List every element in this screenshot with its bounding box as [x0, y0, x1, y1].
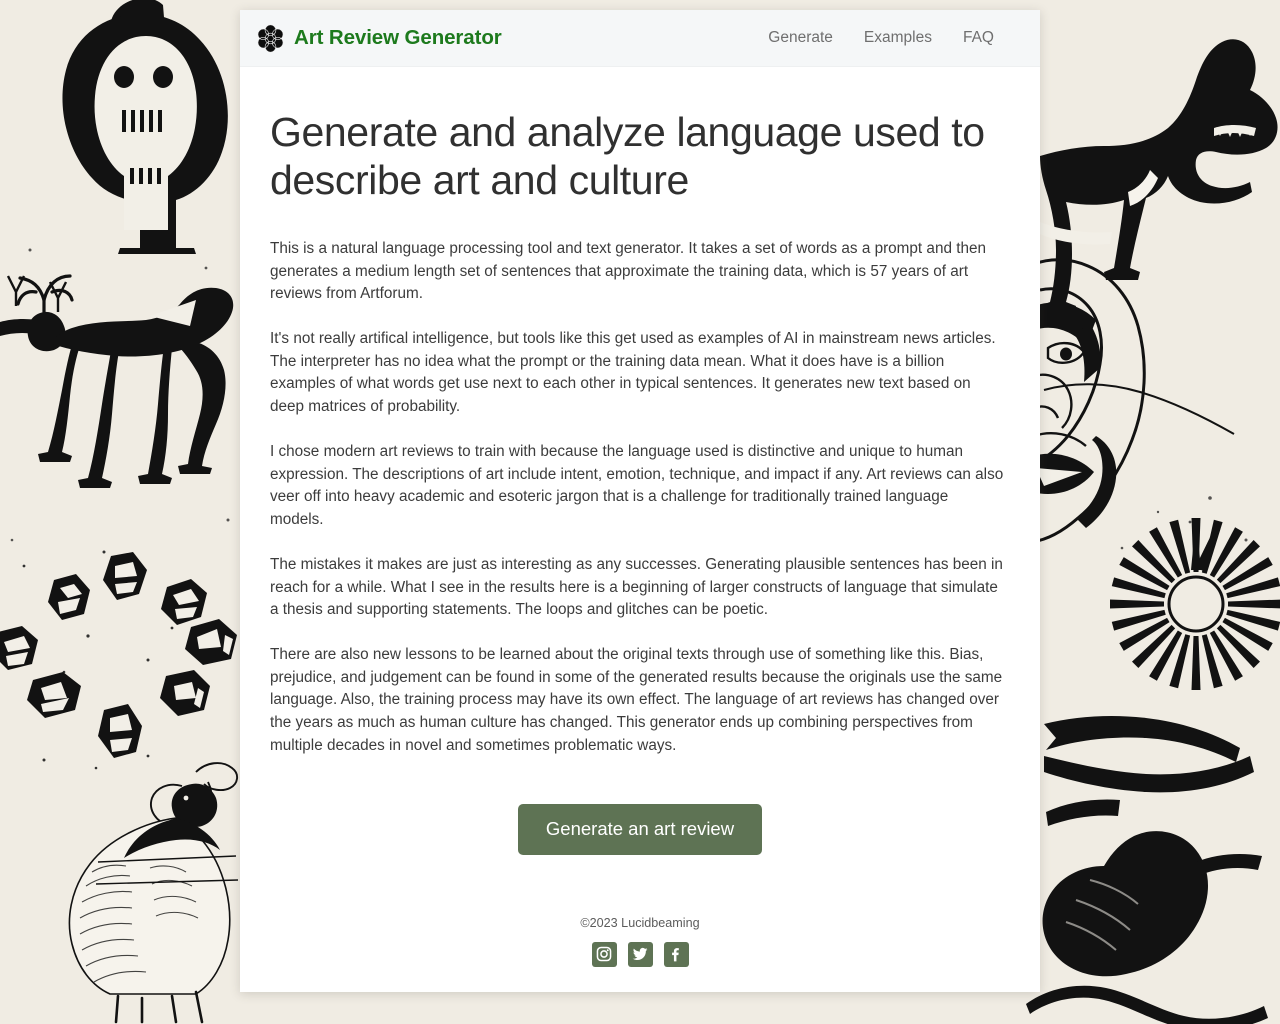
art-bird-tracks	[6, 275, 68, 312]
intro-copy: This is a natural language processing to…	[270, 238, 1010, 757]
social-links	[270, 941, 1010, 967]
brand-title: Art Review Generator	[294, 26, 502, 49]
main-nav: Generate Examples FAQ	[768, 29, 994, 47]
instagram-icon	[596, 946, 612, 962]
copyright-text: ©2023 Lucidbeaming	[580, 915, 700, 930]
art-ram-figure	[68, 762, 239, 1024]
twitter-link[interactable]	[627, 941, 653, 967]
art-pod-figure	[1042, 831, 1262, 977]
art-hexagon-ring	[0, 550, 237, 770]
brand-link[interactable]: Art Review Generator	[256, 24, 502, 53]
generate-art-review-button[interactable]: Generate an art review	[517, 804, 763, 855]
art-deer-figure	[0, 274, 234, 488]
nav-item-generate[interactable]: Generate	[768, 29, 833, 47]
rosette-flower-icon	[256, 24, 285, 53]
cta-container: Generate an art review	[270, 804, 1010, 855]
art-arrow-forms	[1044, 716, 1254, 826]
art-mask-figure	[1031, 258, 1146, 544]
art-serpent-line	[1026, 985, 1268, 1024]
facebook-icon	[668, 946, 684, 962]
site-footer: ©2023 Lucidbeaming	[270, 916, 1010, 967]
nav-item-faq[interactable]: FAQ	[963, 29, 994, 47]
instagram-link[interactable]	[591, 941, 617, 967]
site-header: Art Review Generator Generate Examples F…	[240, 10, 1040, 67]
paragraph-1: This is a natural language processing to…	[270, 239, 986, 303]
paragraph-5: There are also new lessons to be learned…	[270, 646, 1003, 754]
art-skull-figure	[62, 0, 228, 255]
main-content: Generate and analyze language used to de…	[240, 67, 1040, 967]
art-wolf-figure	[1040, 39, 1278, 435]
paragraph-4: The mistakes it makes are just as intere…	[270, 555, 1003, 619]
nav-item-examples[interactable]: Examples	[864, 29, 932, 47]
page-title: Generate and analyze language used to de…	[270, 109, 985, 203]
paragraph-2: It's not really artifical intelligence, …	[270, 330, 996, 415]
facebook-link[interactable]	[663, 941, 689, 967]
paragraph-3: I chose modern art reviews to train with…	[270, 443, 1004, 528]
twitter-icon	[632, 946, 648, 962]
page-card: Art Review Generator Generate Examples F…	[240, 10, 1040, 992]
art-sunburst	[1110, 518, 1280, 690]
